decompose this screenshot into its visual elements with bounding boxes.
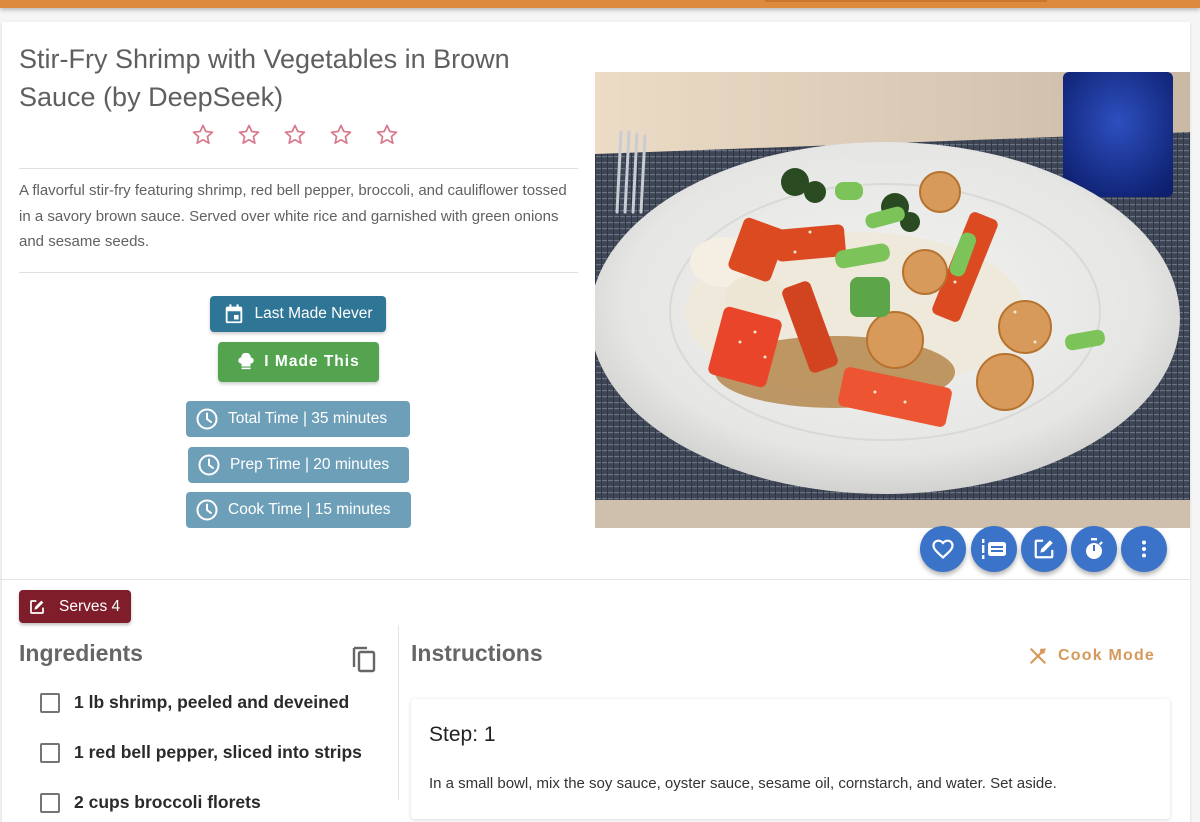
clock-icon	[196, 408, 218, 430]
edit-button[interactable]	[1021, 526, 1067, 572]
more-options-button[interactable]	[1121, 526, 1167, 572]
star-icon[interactable]	[282, 122, 308, 148]
cook-mode-button[interactable]: Cook Mode	[1028, 646, 1155, 666]
calendar-icon	[226, 304, 243, 324]
app-header-bar	[0, 0, 1200, 8]
food-photo	[595, 72, 1190, 528]
star-icon[interactable]	[328, 122, 354, 148]
rating-stars[interactable]	[190, 120, 410, 150]
ingredient-item[interactable]: 2 cups broccoli florets	[40, 792, 261, 813]
add-to-list-button[interactable]	[971, 526, 1017, 572]
ingredients-title: Ingredients	[19, 640, 143, 666]
cook-time-chip: Cook Time | 15 minutes	[186, 492, 411, 528]
divider	[19, 272, 578, 273]
i-made-this-label: I Made This	[264, 353, 360, 370]
star-icon[interactable]	[190, 122, 216, 148]
total-time-label: Total Time | 35 minutes	[228, 410, 388, 427]
cook-time-label: Cook Time | 15 minutes	[228, 501, 391, 518]
more-vert-icon	[1142, 540, 1146, 558]
instructions-title: Instructions	[411, 640, 543, 666]
section-divider	[0, 579, 1190, 580]
i-made-this-button[interactable]: I Made This	[218, 342, 379, 382]
ingredient-checkbox[interactable]	[40, 742, 60, 763]
heart-icon	[932, 539, 954, 560]
copy-icon[interactable]	[350, 643, 378, 673]
last-made-label: Last Made Never	[254, 305, 373, 322]
ingredient-text: 1 red bell pepper, sliced into strips	[74, 742, 362, 762]
servings-label: Serves 4	[59, 597, 121, 615]
favorite-button[interactable]	[920, 526, 966, 572]
ingredient-item[interactable]: 1 red bell pepper, sliced into strips	[40, 742, 362, 763]
step-text: In a small bowl, mix the soy sauce, oyst…	[429, 775, 1057, 792]
clock-icon	[196, 499, 218, 521]
ingredient-text: 1 lb shrimp, peeled and deveined	[74, 692, 350, 712]
edit-icon	[1034, 539, 1054, 559]
timer-button[interactable]	[1071, 526, 1117, 572]
timer-icon	[1086, 538, 1103, 559]
recipe-description: A flavorful stir-fry featuring shrimp, r…	[19, 182, 567, 250]
servings-button[interactable]: Serves 4	[19, 590, 131, 623]
divider	[19, 168, 578, 169]
edit-icon	[30, 599, 44, 614]
star-icon[interactable]	[236, 122, 262, 148]
ingredient-text: 2 cups broccoli florets	[74, 792, 261, 812]
star-icon[interactable]	[374, 122, 400, 148]
chef-hat-icon	[238, 353, 254, 370]
list-icon	[982, 539, 1006, 559]
header-tab-indicator	[765, 0, 1047, 2]
total-time-chip: Total Time | 35 minutes	[186, 401, 410, 437]
step-title: Step: 1	[429, 723, 496, 746]
step-card[interactable]: Step: 1 In a small bowl, mix the soy sau…	[411, 699, 1170, 819]
ingredient-checkbox[interactable]	[40, 692, 60, 713]
utensils-icon	[1030, 648, 1046, 664]
prep-time-label: Prep Time | 20 minutes	[230, 456, 390, 473]
last-made-button[interactable]: Last Made Never	[210, 296, 386, 332]
cook-mode-label: Cook Mode	[1058, 647, 1156, 664]
column-divider	[398, 625, 399, 800]
ingredient-checkbox[interactable]	[40, 792, 60, 813]
recipe-title: Stir-Fry Shrimp with Vegetables in Brown…	[19, 44, 510, 112]
prep-time-chip: Prep Time | 20 minutes	[188, 447, 409, 483]
recipe-image	[595, 72, 1190, 528]
ingredient-item[interactable]: 1 lb shrimp, peeled and deveined	[40, 692, 349, 713]
clock-icon	[198, 454, 220, 476]
